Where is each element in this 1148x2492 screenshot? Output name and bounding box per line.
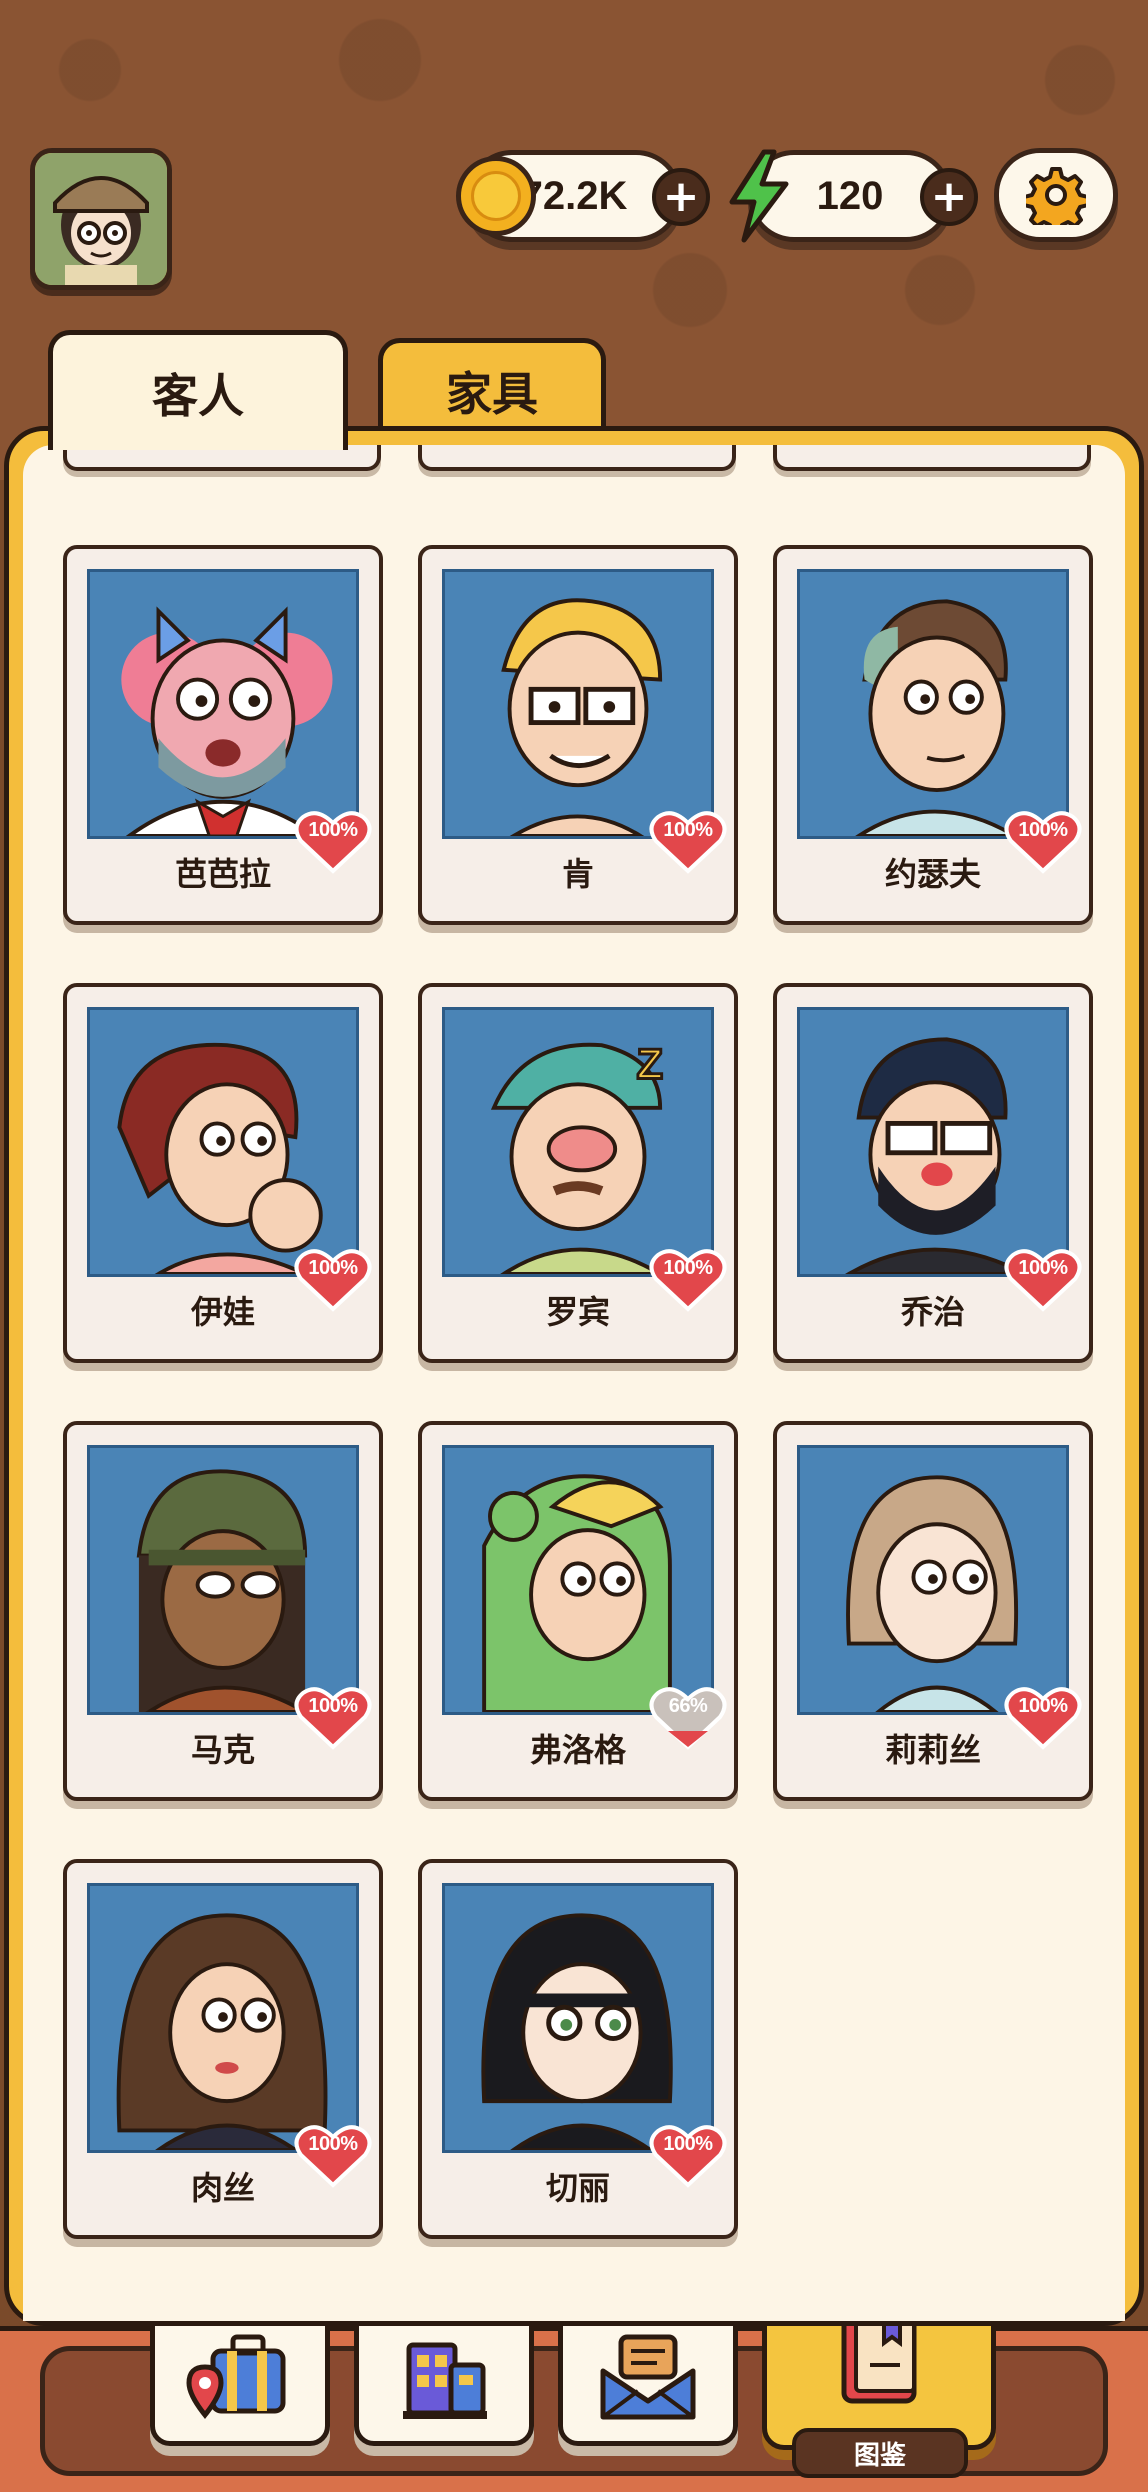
guest-card-barbara[interactable]: 100% 芭芭拉 xyxy=(63,545,383,925)
guest-card-joseph[interactable]: 100% 约瑟夫 xyxy=(773,545,1093,925)
guest-name: 伊娃 xyxy=(190,1293,255,1331)
guest-portrait xyxy=(442,1445,714,1715)
guest-portrait xyxy=(797,1007,1069,1277)
tab-guests[interactable]: 客人 xyxy=(48,330,348,450)
partial-card xyxy=(418,445,736,471)
affinity-value: 100% xyxy=(663,2133,713,2155)
svg-text:Z: Z xyxy=(637,1040,663,1088)
guest-card-george[interactable]: 100% 乔治 xyxy=(773,983,1093,1363)
gear-icon xyxy=(1026,167,1086,225)
guest-collection-panel: 100% 芭芭拉 100% 肯 100% 约瑟夫 100% 伊娃 Z 100% … xyxy=(4,426,1144,2326)
nav-hotel-button[interactable] xyxy=(354,2306,534,2446)
guest-card-frog[interactable]: 66% 弗洛格 xyxy=(418,1421,738,1801)
settings-button[interactable] xyxy=(994,148,1118,242)
nav-travel-button[interactable] xyxy=(150,2306,330,2446)
tab-guests-label: 客人 xyxy=(152,368,244,423)
affinity-value: 100% xyxy=(308,1257,358,1279)
guest-name: 弗洛格 xyxy=(529,1731,626,1769)
affinity-value: 66% xyxy=(668,1695,708,1717)
guest-name: 肯 xyxy=(561,855,594,893)
plus-icon: + xyxy=(662,171,700,222)
affinity-value: 100% xyxy=(1018,1257,1068,1279)
coin-icon xyxy=(456,156,536,236)
nav-collection-label: 图鉴 xyxy=(792,2428,968,2478)
guest-card-robin[interactable]: Z 100% 罗宾 xyxy=(418,983,738,1363)
energy-value: 120 xyxy=(816,173,884,218)
add-energy-button[interactable]: + xyxy=(920,168,978,226)
affinity-value: 100% xyxy=(308,1695,358,1717)
affinity-value: 100% xyxy=(1018,819,1068,841)
guest-portrait: Z xyxy=(442,1007,714,1277)
mail-icon xyxy=(600,2334,696,2420)
guest-name: 莉莉丝 xyxy=(884,1731,981,1769)
affinity-value: 100% xyxy=(1018,1695,1068,1717)
guest-card-cherry[interactable]: 100% 切丽 xyxy=(418,1859,738,2239)
affinity-value: 100% xyxy=(663,819,713,841)
affinity-value: 100% xyxy=(308,819,358,841)
lightning-icon xyxy=(729,149,789,243)
guest-card-mark[interactable]: 100% 马克 xyxy=(63,1421,383,1801)
guest-portrait xyxy=(87,1007,359,1277)
player-avatar[interactable] xyxy=(30,148,172,290)
guest-card-ken[interactable]: 100% 肯 xyxy=(418,545,738,925)
detective-girl-avatar-icon xyxy=(35,153,167,285)
partial-card xyxy=(773,445,1091,471)
guest-name: 约瑟夫 xyxy=(884,855,981,893)
guest-portrait xyxy=(442,569,714,839)
nav-mail-button[interactable] xyxy=(558,2306,738,2446)
guest-portrait xyxy=(87,569,359,839)
guest-card-rose[interactable]: 100% 肉丝 xyxy=(63,1859,383,2239)
guest-portrait xyxy=(87,1883,359,2153)
guest-portrait xyxy=(797,569,1069,839)
guest-portrait xyxy=(442,1883,714,2153)
guest-name: 肉丝 xyxy=(190,2169,255,2207)
affinity-value: 100% xyxy=(308,2133,358,2155)
add-coins-button[interactable]: + xyxy=(652,168,710,226)
guest-name: 切丽 xyxy=(545,2169,610,2207)
guest-name: 罗宾 xyxy=(545,1293,610,1331)
guest-portrait xyxy=(87,1445,359,1715)
guest-name: 马克 xyxy=(190,1731,255,1769)
guest-name: 芭芭拉 xyxy=(174,855,271,893)
affinity-value: 100% xyxy=(663,1257,713,1279)
guest-card-eva[interactable]: 100% 伊娃 xyxy=(63,983,383,1363)
building-icon xyxy=(403,2342,487,2419)
tab-furniture-label: 家具 xyxy=(446,366,538,421)
guest-grid[interactable]: 100% 芭芭拉 100% 肯 100% 约瑟夫 100% 伊娃 Z 100% … xyxy=(23,445,1125,2321)
plus-icon: + xyxy=(930,171,968,222)
tab-furniture[interactable]: 家具 xyxy=(378,338,606,438)
nav-collection-label-text: 图鉴 xyxy=(853,2440,906,2471)
suitcase-map-icon xyxy=(186,2334,286,2420)
guest-card-lilith[interactable]: 100% 莉莉丝 xyxy=(773,1421,1093,1801)
guest-portrait xyxy=(797,1445,1069,1715)
coin-value: 72.2K xyxy=(520,173,628,218)
guest-name: 乔治 xyxy=(900,1293,965,1331)
